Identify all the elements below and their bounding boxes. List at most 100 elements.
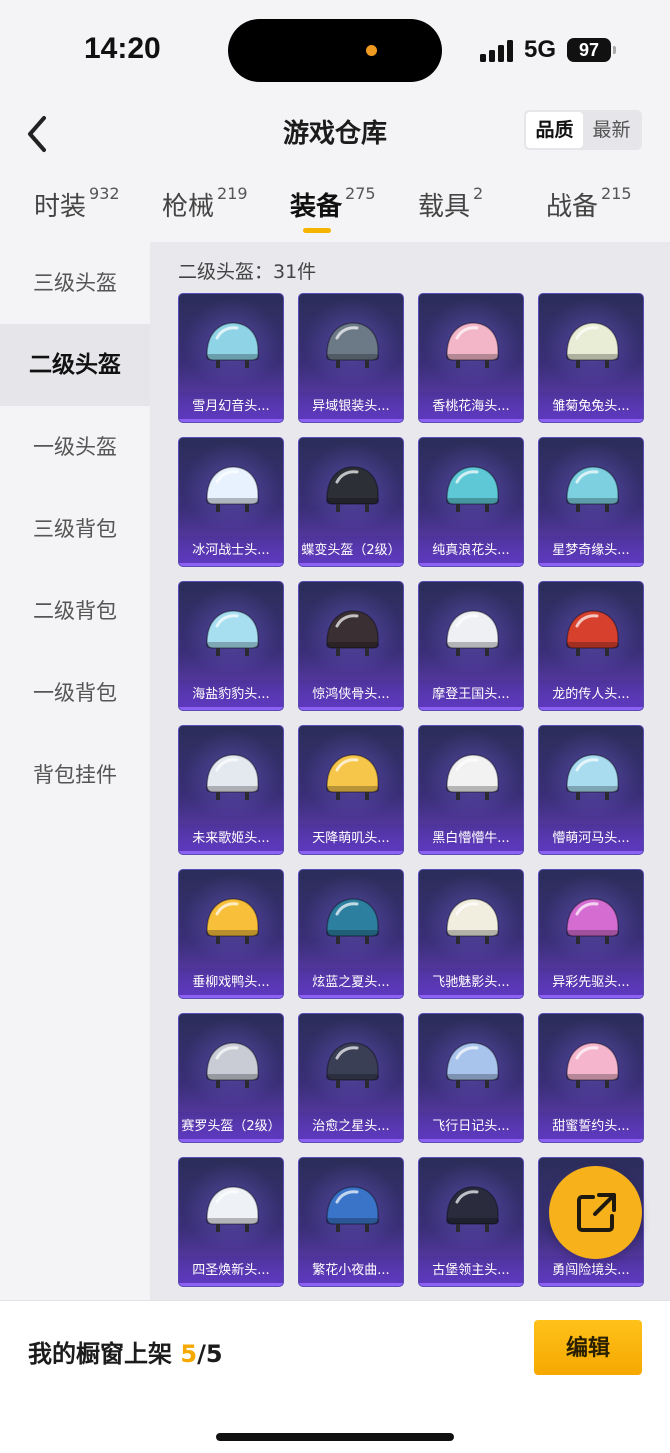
item-name: 炫蓝之夏头... bbox=[299, 968, 403, 998]
helmet-icon bbox=[206, 1186, 259, 1232]
helmet-icon bbox=[206, 610, 259, 656]
status-bar: 14:20 5G 97 bbox=[0, 0, 670, 100]
item-name: 雪月幻音头... bbox=[179, 392, 283, 422]
showcase-total: /5 bbox=[197, 1340, 223, 1368]
item-name: 惊鸿侠骨头... bbox=[299, 680, 403, 710]
item-name: 飞驰魅影头... bbox=[419, 968, 523, 998]
showcase-status: 我的橱窗上架 5/5 bbox=[28, 1334, 223, 1369]
item-card[interactable]: 黑白懵懵牛... bbox=[418, 725, 524, 855]
item-card[interactable]: 甜蜜誓约头... bbox=[538, 1013, 644, 1143]
item-panel: 二级头盔：31件 雪月幻音头... 异域银装头... 香桃花海头... 雏菊兔兔头..… bbox=[150, 242, 670, 1300]
item-card[interactable]: 未来歌姬头... bbox=[178, 725, 284, 855]
item-card[interactable]: 龙的传人头... bbox=[538, 581, 644, 711]
tab-vehicles[interactable]: 载具 2 bbox=[418, 184, 483, 223]
item-card[interactable]: 飞驰魅影头... bbox=[418, 869, 524, 999]
item-name: 香桃花海头... bbox=[419, 392, 523, 422]
sidebar-item-helmet-lv3[interactable]: 三级头盔 bbox=[0, 242, 150, 324]
item-card[interactable]: 治愈之星头... bbox=[298, 1013, 404, 1143]
item-card[interactable]: 星梦奇缘头... bbox=[538, 437, 644, 567]
item-card[interactable]: 炫蓝之夏头... bbox=[298, 869, 404, 999]
network-label: 5G bbox=[524, 36, 557, 63]
helmet-icon bbox=[326, 754, 379, 800]
sidebar-item-backpack-lv3[interactable]: 三级背包 bbox=[0, 488, 150, 570]
helmet-icon bbox=[446, 754, 499, 800]
item-card[interactable]: 惊鸿侠骨头... bbox=[298, 581, 404, 711]
item-card[interactable]: 赛罗头盔（2级） bbox=[178, 1013, 284, 1143]
section-title: 二级头盔：31件 bbox=[178, 261, 317, 283]
item-name: 异域银装头... bbox=[299, 392, 403, 422]
item-card[interactable]: 雪月幻音头... bbox=[178, 293, 284, 423]
helmet-icon bbox=[566, 610, 619, 656]
item-card[interactable]: 蝶变头盔（2级） bbox=[298, 437, 404, 567]
item-card[interactable]: 四圣焕新头... bbox=[178, 1157, 284, 1287]
item-name: 未来歌姬头... bbox=[179, 824, 283, 854]
helmet-icon bbox=[206, 754, 259, 800]
item-card[interactable]: 雏菊兔兔头... bbox=[538, 293, 644, 423]
battery-cap bbox=[613, 46, 616, 54]
item-card[interactable]: 摩登王国头... bbox=[418, 581, 524, 711]
tab-firearms[interactable]: 枪械 219 bbox=[162, 184, 248, 223]
item-name: 天降萌叽头... bbox=[299, 824, 403, 854]
item-card[interactable]: 异彩先驱头... bbox=[538, 869, 644, 999]
item-name: 治愈之星头... bbox=[299, 1112, 403, 1142]
item-card[interactable]: 香桃花海头... bbox=[418, 293, 524, 423]
item-card[interactable]: 古堡领主头... bbox=[418, 1157, 524, 1287]
sort-quality-option[interactable]: 品质 bbox=[526, 112, 583, 148]
helmet-icon bbox=[206, 898, 259, 944]
tab-equipment[interactable]: 装备 275 bbox=[290, 184, 376, 223]
item-name: 勇闯险境头... bbox=[539, 1256, 643, 1286]
item-card[interactable]: 垂柳戏鸭头... bbox=[178, 869, 284, 999]
showcase-label: 我的橱窗上架 bbox=[28, 1340, 172, 1368]
helmet-icon bbox=[446, 322, 499, 368]
item-name: 古堡领主头... bbox=[419, 1256, 523, 1286]
item-name: 四圣焕新头... bbox=[179, 1256, 283, 1286]
item-card[interactable]: 繁花小夜曲... bbox=[298, 1157, 404, 1287]
sidebar-item-backpack-charm[interactable]: 背包挂件 bbox=[0, 734, 150, 816]
item-name: 海盐豹豹头... bbox=[179, 680, 283, 710]
item-card[interactable]: 海盐豹豹头... bbox=[178, 581, 284, 711]
helmet-icon bbox=[326, 610, 379, 656]
home-indicator bbox=[216, 1433, 454, 1441]
tab-fashion[interactable]: 时装 932 bbox=[34, 184, 120, 223]
helmet-icon bbox=[206, 1042, 259, 1088]
item-name: 懵萌河马头... bbox=[539, 824, 643, 854]
battery-icon: 97 bbox=[567, 38, 611, 62]
item-name: 繁花小夜曲... bbox=[299, 1256, 403, 1286]
item-name: 异彩先驱头... bbox=[539, 968, 643, 998]
sidebar-item-backpack-lv2[interactable]: 二级背包 bbox=[0, 570, 150, 652]
item-name: 纯真浪花头... bbox=[419, 536, 523, 566]
item-name: 冰河战士头... bbox=[179, 536, 283, 566]
active-tab-indicator bbox=[303, 228, 331, 233]
helmet-icon bbox=[446, 898, 499, 944]
item-name: 雏菊兔兔头... bbox=[539, 392, 643, 422]
helmet-icon bbox=[446, 1186, 499, 1232]
item-name: 垂柳戏鸭头... bbox=[179, 968, 283, 998]
signal-icon bbox=[480, 40, 516, 62]
sort-toggle: 品质 最新 bbox=[524, 110, 642, 150]
helmet-icon bbox=[206, 322, 259, 368]
helmet-icon bbox=[326, 898, 379, 944]
sidebar-item-backpack-lv1[interactable]: 一级背包 bbox=[0, 652, 150, 734]
bottom-bar: 我的橱窗上架 5/5 编辑 bbox=[0, 1300, 670, 1453]
item-card[interactable]: 天降萌叽头... bbox=[298, 725, 404, 855]
helmet-icon bbox=[566, 754, 619, 800]
sidebar-item-helmet-lv1[interactable]: 一级头盔 bbox=[0, 406, 150, 488]
helmet-icon bbox=[566, 1042, 619, 1088]
item-card[interactable]: 异域银装头... bbox=[298, 293, 404, 423]
item-card[interactable]: 飞行日记头... bbox=[418, 1013, 524, 1143]
item-name: 星梦奇缘头... bbox=[539, 536, 643, 566]
indicator-dot bbox=[366, 45, 377, 56]
item-card[interactable]: 冰河战士头... bbox=[178, 437, 284, 567]
helmet-icon bbox=[326, 1042, 379, 1088]
sidebar: 三级头盔 二级头盔 一级头盔 三级背包 二级背包 一级背包 背包挂件 bbox=[0, 242, 150, 1300]
sort-latest-option[interactable]: 最新 bbox=[583, 112, 640, 148]
edit-button[interactable]: 编辑 bbox=[534, 1320, 642, 1375]
item-card[interactable]: 懵萌河马头... bbox=[538, 725, 644, 855]
tab-supplies[interactable]: 战备 215 bbox=[546, 184, 632, 223]
item-card[interactable]: 纯真浪花头... bbox=[418, 437, 524, 567]
dynamic-island bbox=[228, 19, 442, 82]
helmet-icon bbox=[446, 610, 499, 656]
share-button[interactable] bbox=[549, 1166, 642, 1259]
sidebar-item-helmet-lv2[interactable]: 二级头盔 bbox=[0, 324, 150, 406]
status-time: 14:20 bbox=[84, 32, 161, 65]
